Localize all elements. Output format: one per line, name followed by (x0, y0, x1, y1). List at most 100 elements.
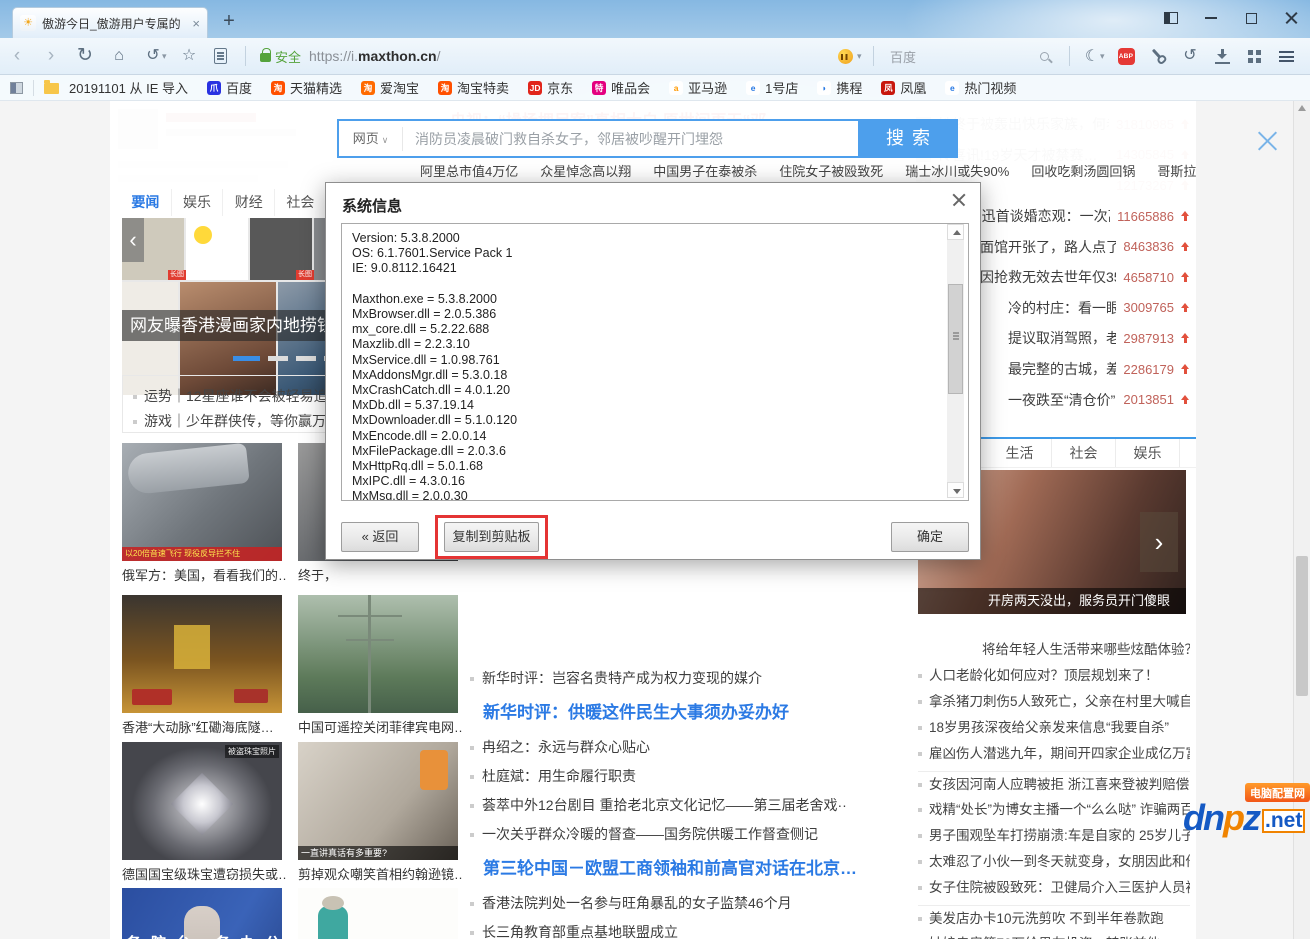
home-button[interactable]: ⌂ (102, 46, 136, 66)
address-url[interactable]: https://i.maxthon.cn/ (309, 48, 441, 64)
browser-tab[interactable]: ☀ 傲游今日_傲游用户专属的 × (12, 7, 208, 38)
sidebar-news-item[interactable]: 人口老龄化如何应对？顶层规划来了！ (918, 663, 1190, 689)
sidebar-news-item[interactable]: 女子住院被殴致死：卫健局介入三医护人员被拘 (918, 875, 1190, 901)
news-thumb-missile[interactable]: 以20倍音速飞行 现役反导拦不住 (122, 443, 282, 561)
news-caption[interactable]: 中国可遥控关闭菲律宾电网… (298, 717, 462, 737)
bookmark-item[interactable]: 凤 凤凰 (881, 78, 926, 97)
bookmark-item[interactable]: 特 唯品会 (592, 78, 650, 97)
news-caption[interactable]: 终于， (298, 565, 462, 585)
sidebar-toggle-icon[interactable] (10, 82, 23, 94)
minimize-button[interactable] (1198, 7, 1224, 29)
close-search-overlay-button[interactable] (1254, 127, 1282, 155)
news-thumb-cartoon[interactable] (298, 888, 458, 939)
dialog-scrollbar[interactable] (947, 224, 964, 498)
sidebar-news-item[interactable]: 男子围观坠车打捞崩溃:车是自家的 25岁儿子溺亡 (918, 823, 1190, 849)
sidebar-news-item[interactable]: 将给年轻人生活带来哪些炫酷体验？ (918, 637, 1190, 663)
refresh-button[interactable]: ↻ (68, 46, 102, 66)
favorite-star-button[interactable]: ☆ (172, 46, 206, 66)
dot[interactable] (268, 356, 288, 361)
hot-word-link[interactable]: 中国男子在泰被杀 (653, 161, 757, 180)
tab-close-icon[interactable]: × (192, 17, 200, 30)
sidebar-news-item[interactable]: 拿杀猪刀刺伤5人致死亡，父亲在村里大喊自己杀人 (918, 689, 1190, 715)
sidebar-news-item[interactable]: 美发店办卡10元洗剪吹 不到半年卷款跑 (918, 905, 1190, 931)
bookmark-item[interactable]: e 1号店 (746, 78, 798, 97)
news-tab[interactable]: 娱乐 (172, 189, 224, 216)
bookmark-item[interactable]: 淘 天猫精选 (271, 78, 342, 97)
hot-word-link[interactable]: 众星悼念高以翔 (540, 161, 631, 180)
bookmark-item[interactable]: a 亚马逊 (669, 78, 727, 97)
scroll-up-arrow[interactable] (947, 224, 964, 240)
news-thumb-jewel[interactable]: 被盗珠宝照片 (122, 742, 282, 860)
news-tab[interactable]: 要闻 (120, 189, 172, 216)
hot-word-link[interactable]: 住院女子被殴致死 (779, 161, 883, 180)
scroll-down-arrow[interactable] (947, 482, 964, 498)
version-info-line: Maxthon.exe = 5.3.8.2000 (352, 292, 940, 307)
search-engine-field[interactable]: 百度 (890, 47, 1040, 66)
adblock-button[interactable]: ABP (1110, 43, 1142, 69)
tools-button[interactable] (1142, 43, 1174, 69)
search-category-select[interactable]: 网页∨ (339, 127, 403, 151)
forward-button[interactable]: › (34, 46, 68, 66)
bookmark-item[interactable]: 淘 爱淘宝 (361, 78, 419, 97)
night-mode-dropdown-icon[interactable]: ▾ (1100, 51, 1110, 62)
sidebar-news-item[interactable]: 雇凶伤人潜逃九年，期间开四家企业成亿万富翁 (918, 741, 1190, 767)
search-submit-button[interactable]: 搜索 (858, 119, 958, 158)
maxnote-bee-icon[interactable] (838, 49, 853, 64)
hot-word-link[interactable]: 阿里总市值4万亿 (420, 161, 518, 180)
news-tab[interactable]: 社会 (275, 189, 327, 216)
news-thumb-johnson[interactable]: 一直讲真话有多重要? (298, 742, 458, 860)
sidebar-tab[interactable]: 社会 (1052, 439, 1116, 467)
carousel-prev-button[interactable]: ‹ (122, 218, 144, 262)
downloads-button[interactable] (1206, 43, 1238, 69)
layout-panel-button[interactable] (1158, 7, 1184, 29)
bookmark-item[interactable]: 爪 百度 (207, 78, 252, 97)
news-caption[interactable]: 德国国宝级珠宝遭窃损失或… (122, 864, 286, 884)
sidebar-news-item[interactable]: 姑娘卖房筹70万给男友投资，转账前他… (918, 931, 1190, 939)
dot[interactable] (296, 356, 316, 361)
copy-to-clipboard-button[interactable]: 复制到剪贴板 (444, 522, 539, 552)
sidebar-news-item[interactable]: 太难忍了小伙一到冬天就变身，女朋因此和他分手 (918, 849, 1190, 875)
session-recover-button[interactable]: ↺ (1174, 43, 1206, 69)
hot-word-link[interactable]: 瑞士冰川或失90% (905, 161, 1009, 180)
page-search-input[interactable] (403, 121, 858, 156)
hot-word-link[interactable]: 回收吃剩汤圆回锅 (1031, 161, 1135, 180)
news-thumb-taiban[interactable]: 务院台 务办公 uan Affairs Of the State Coun (122, 888, 282, 939)
news-caption[interactable]: 俄军方：美国，看看我们的… (122, 565, 286, 585)
maximize-button[interactable] (1238, 7, 1264, 29)
sidebar-news-item[interactable]: 戏精“处长”为博女主播一个“么么哒” 诈骗两百万 (918, 797, 1190, 823)
bookmark-item[interactable]: ◗ 携程 (817, 78, 862, 97)
split-screen-button[interactable] (1238, 43, 1270, 69)
feature-next-button[interactable]: › (1140, 512, 1178, 572)
close-window-button[interactable] (1278, 7, 1304, 29)
hot-word-link[interactable]: 哥斯拉推迟上映 (1157, 161, 1196, 180)
main-menu-button[interactable] (1270, 43, 1302, 69)
news-caption[interactable]: 剪掉观众嘲笑首相约翰逊镜… (298, 864, 462, 884)
news-thumb-pylon[interactable] (298, 595, 458, 713)
back-dialog-button[interactable]: « 返回 (341, 522, 419, 552)
ok-button[interactable]: 确定 (891, 522, 969, 552)
dot-active[interactable] (233, 356, 260, 361)
bookmark-folder[interactable]: 20191101 从 IE 导入 (44, 78, 188, 97)
long-image-badge: 长图 (296, 270, 314, 280)
sidebar-tab[interactable]: 生活 (988, 439, 1052, 467)
undo-dropdown-icon[interactable]: ▾ (162, 51, 172, 62)
news-tab[interactable]: 财经 (223, 189, 275, 216)
scroll-up-icon[interactable] (1298, 105, 1306, 111)
sidebar-tab[interactable]: 娱乐 (1116, 439, 1180, 467)
back-button[interactable]: ‹ (0, 46, 34, 66)
bookmark-item[interactable]: e 热门视频 (945, 78, 1016, 97)
search-icon[interactable] (1040, 52, 1049, 61)
note-icon[interactable] (214, 48, 227, 64)
sidebar-news-item[interactable]: 女孩因河南人应聘被拒 浙江喜来登被判赔偿1万元 (918, 771, 1190, 797)
bookmark-item[interactable]: 淘 淘宝特卖 (438, 78, 509, 97)
bee-dropdown-icon[interactable]: ▾ (857, 51, 867, 62)
version-info-textbox[interactable]: Version: 5.3.8.2000OS: 6.1.7601.Service … (341, 223, 969, 501)
sidebar-news-item[interactable]: 18岁男孩深夜给父亲发来信息“我要自杀” (918, 715, 1190, 741)
dialog-scrollbar-thumb[interactable] (948, 284, 963, 394)
news-caption[interactable]: 香港“大动脉”红磡海底隧… (122, 717, 286, 737)
news-thumb-tunnel[interactable] (122, 595, 282, 713)
scrollbar-thumb[interactable] (1296, 556, 1308, 696)
bookmark-item[interactable]: JD 京东 (528, 78, 573, 97)
new-tab-button[interactable]: + (216, 8, 242, 34)
dialog-close-button[interactable] (948, 189, 970, 211)
